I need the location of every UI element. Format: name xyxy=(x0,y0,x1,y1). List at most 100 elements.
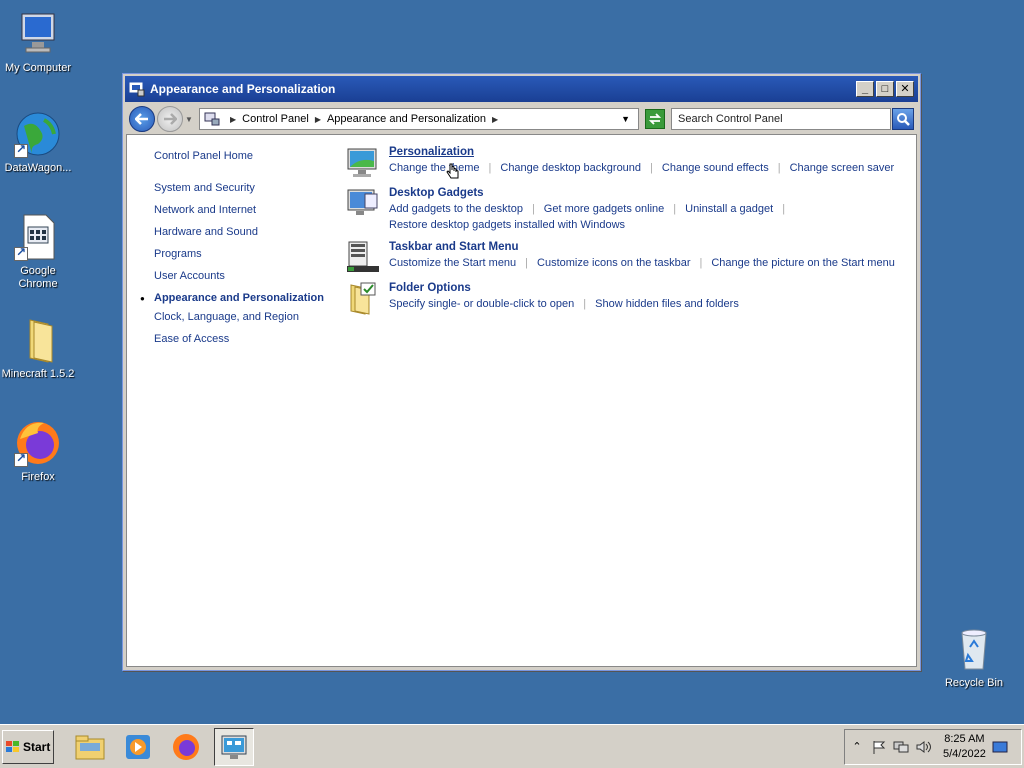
nav-ease-of-access[interactable]: Ease of Access xyxy=(154,333,324,346)
firefox-icon xyxy=(14,419,62,467)
link-change-start-menu-picture[interactable]: Change the picture on the Start menu xyxy=(711,255,894,271)
firefox-taskbar-button[interactable] xyxy=(166,728,206,766)
address-dropdown-icon[interactable]: ▼ xyxy=(621,114,630,124)
desktop-icon-google-chrome[interactable]: Google Chrome xyxy=(0,213,76,291)
system-tray: ⌃ 8:25 AM 5/4/2022 xyxy=(844,728,1022,765)
maximize-button[interactable]: □ xyxy=(876,81,894,97)
nav-system-and-security[interactable]: System and Security xyxy=(154,182,324,195)
left-nav: Control Panel Home System and Security N… xyxy=(140,150,324,355)
recycle-bin-icon xyxy=(950,625,998,673)
refresh-button[interactable] xyxy=(645,109,665,129)
forward-button[interactable] xyxy=(157,106,183,132)
divider: | xyxy=(650,162,653,174)
nav-network-and-internet[interactable]: Network and Internet xyxy=(154,204,324,217)
link-show-hidden-files[interactable]: Show hidden files and folders xyxy=(595,296,739,312)
desktop-icon-label: Firefox xyxy=(21,471,55,483)
explorer-taskbar-button[interactable] xyxy=(70,728,110,766)
recent-pages-dropdown[interactable]: ▼ xyxy=(185,115,195,124)
desktop-icon-label: My Computer xyxy=(4,62,72,74)
desktop-icon-recycle-bin[interactable]: Recycle Bin xyxy=(936,625,1012,690)
chevron-right-icon[interactable]: ▶ xyxy=(230,115,236,124)
show-hidden-icons-icon[interactable]: ⌃ xyxy=(849,739,865,755)
divider: | xyxy=(531,203,535,215)
show-desktop-icon[interactable] xyxy=(992,739,1008,755)
nav-control-panel-home[interactable]: Control Panel Home xyxy=(154,150,324,163)
section-desktop-gadgets: Desktop Gadgets Add gadgets to the deskt… xyxy=(345,186,906,233)
link-add-gadgets[interactable]: Add gadgets to the desktop xyxy=(389,201,523,217)
desktop-icon-label: DataWagon... xyxy=(4,162,72,174)
network-icon[interactable] xyxy=(893,739,909,755)
link-uninstall-gadget[interactable]: Uninstall a gadget xyxy=(685,201,773,217)
link-change-sound-effects[interactable]: Change sound effects xyxy=(662,160,769,176)
firefox-icon xyxy=(173,733,199,760)
windows-logo-icon xyxy=(6,740,19,752)
control-panel-taskbar-button[interactable] xyxy=(214,727,254,766)
navigation-bar: ▼ ▶ Control Panel ▶ Appearance and Perso… xyxy=(125,104,918,134)
desktop-icon-minecraft[interactable]: Minecraft 1.5.2 xyxy=(0,316,76,381)
taskbar-start-menu-heading[interactable]: Taskbar and Start Menu xyxy=(389,240,906,255)
link-change-theme[interactable]: Change the theme xyxy=(389,160,480,176)
desktop-icon-label: Minecraft 1.5.2 xyxy=(1,368,75,380)
nav-hardware-and-sound[interactable]: Hardware and Sound xyxy=(154,226,324,239)
chevron-right-icon[interactable]: ▶ xyxy=(492,115,498,124)
title-bar[interactable]: Appearance and Personalization _ □ ✕ xyxy=(125,76,918,102)
nav-clock-language-region[interactable]: Clock, Language, and Region xyxy=(154,311,324,324)
main-area: Personalization Change the theme | Change… xyxy=(345,145,906,322)
link-get-more-gadgets[interactable]: Get more gadgets online xyxy=(544,201,664,217)
section-folder-options: Folder Options Specify single- or double… xyxy=(345,281,906,315)
start-button[interactable]: Start xyxy=(2,729,54,764)
folder-options-icon xyxy=(345,281,381,315)
section-personalization: Personalization Change the theme | Change… xyxy=(345,145,906,179)
clock[interactable]: 8:25 AM 5/4/2022 xyxy=(943,732,986,762)
back-button[interactable] xyxy=(129,106,155,132)
personalization-icon xyxy=(345,145,381,179)
desktop-icon-my-computer[interactable]: My Computer xyxy=(0,10,76,75)
personalization-heading[interactable]: Personalization xyxy=(389,145,906,160)
breadcrumb-appearance[interactable]: Appearance and Personalization xyxy=(327,113,486,125)
divider: | xyxy=(673,203,677,215)
computer-icon xyxy=(14,10,62,58)
flag-icon[interactable] xyxy=(871,739,887,755)
search-icon xyxy=(897,113,910,126)
shortcut-arrow-icon xyxy=(14,245,28,261)
nav-user-accounts[interactable]: User Accounts xyxy=(154,270,324,283)
taskbar: Start ⌃ 8:25 AM 5/4/2022 xyxy=(0,724,1024,768)
nav-current-appearance: Appearance and Personalization xyxy=(140,292,324,305)
folder-options-heading[interactable]: Folder Options xyxy=(389,281,906,296)
minimize-button[interactable]: _ xyxy=(856,81,874,97)
search-button[interactable] xyxy=(892,108,914,130)
close-button[interactable]: ✕ xyxy=(896,81,914,97)
control-panel-icon xyxy=(204,112,220,126)
desktop-gadgets-heading[interactable]: Desktop Gadgets xyxy=(389,186,906,201)
chevron-right-icon[interactable]: ▶ xyxy=(315,115,321,124)
desktop-icon-label: Recycle Bin xyxy=(944,677,1004,689)
address-bar[interactable]: ▶ Control Panel ▶ Appearance and Persona… xyxy=(199,108,639,130)
clock-time: 8:25 AM xyxy=(944,732,985,745)
shortcut-arrow-icon xyxy=(14,142,28,158)
start-label: Start xyxy=(23,739,51,754)
divider: | xyxy=(525,257,529,269)
folder-icon xyxy=(14,316,62,364)
globe-icon xyxy=(14,110,62,158)
control-panel-icon xyxy=(221,735,247,759)
media-player-taskbar-button[interactable] xyxy=(118,728,158,766)
search-input[interactable]: Search Control Panel xyxy=(671,108,891,130)
gadgets-icon xyxy=(345,186,381,220)
breadcrumb-control-panel[interactable]: Control Panel xyxy=(242,113,309,125)
desktop-icon-datawagon[interactable]: DataWagon... xyxy=(0,110,76,175)
desktop-icon-label: Google Chrome xyxy=(18,265,58,290)
link-single-double-click[interactable]: Specify single- or double-click to open xyxy=(389,296,574,312)
link-customize-start-menu[interactable]: Customize the Start menu xyxy=(389,255,516,271)
link-restore-gadgets[interactable]: Restore desktop gadgets installed with W… xyxy=(389,217,625,233)
divider: | xyxy=(699,257,703,269)
volume-icon[interactable] xyxy=(915,739,931,755)
link-change-screen-saver[interactable]: Change screen saver xyxy=(790,160,895,176)
clock-date: 5/4/2022 xyxy=(943,747,986,760)
divider: | xyxy=(782,203,786,215)
window-title: Appearance and Personalization xyxy=(150,82,336,96)
link-change-desktop-background[interactable]: Change desktop background xyxy=(500,160,641,176)
link-customize-taskbar-icons[interactable]: Customize icons on the taskbar xyxy=(537,255,690,271)
nav-programs[interactable]: Programs xyxy=(154,248,324,261)
document-icon xyxy=(14,213,62,261)
desktop-icon-firefox[interactable]: Firefox xyxy=(0,419,76,484)
